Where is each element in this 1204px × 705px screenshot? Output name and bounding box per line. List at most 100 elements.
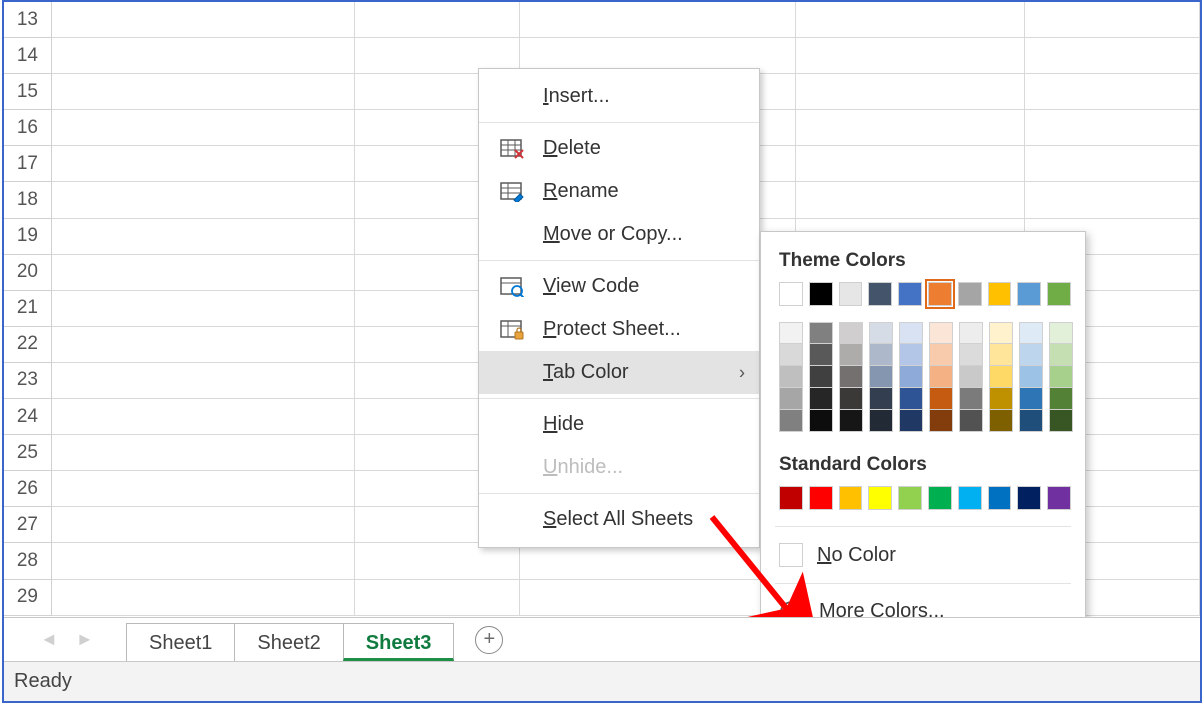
row-header[interactable]: 25 (4, 435, 52, 471)
color-swatch[interactable] (779, 344, 803, 366)
color-swatch[interactable] (899, 322, 923, 344)
row-header[interactable]: 16 (4, 110, 52, 146)
color-swatch[interactable] (809, 322, 833, 344)
row-header[interactable]: 17 (4, 146, 52, 182)
color-swatch[interactable] (988, 486, 1012, 510)
color-swatch[interactable] (1047, 282, 1071, 306)
color-swatch[interactable] (809, 344, 833, 366)
sheet-tab[interactable]: Sheet3 (343, 623, 455, 661)
cell[interactable] (52, 471, 355, 507)
color-swatch[interactable] (929, 388, 953, 410)
color-swatch[interactable] (899, 344, 923, 366)
cell[interactable] (1025, 38, 1200, 74)
ctx-move[interactable]: Move or Copy... (479, 213, 759, 256)
sheet-tab[interactable]: Sheet1 (126, 623, 235, 661)
color-swatch[interactable] (839, 282, 863, 306)
ctx-protect[interactable]: Protect Sheet... (479, 308, 759, 351)
color-swatch[interactable] (1049, 366, 1073, 388)
color-swatch[interactable] (1049, 410, 1073, 432)
color-swatch[interactable] (959, 388, 983, 410)
color-swatch[interactable] (1019, 344, 1043, 366)
color-swatch[interactable] (988, 282, 1012, 306)
cell[interactable] (1025, 74, 1200, 110)
cell[interactable] (520, 543, 796, 579)
cell[interactable] (52, 580, 355, 616)
cell[interactable] (52, 363, 355, 399)
cell[interactable] (52, 435, 355, 471)
row-header[interactable]: 14 (4, 38, 52, 74)
row-header[interactable]: 27 (4, 507, 52, 543)
ctx-rename[interactable]: Rename (479, 170, 759, 213)
cell[interactable] (796, 74, 1026, 110)
color-swatch[interactable] (869, 344, 893, 366)
color-swatch[interactable] (1049, 344, 1073, 366)
row-header[interactable]: 22 (4, 327, 52, 363)
color-swatch[interactable] (809, 282, 833, 306)
color-swatch[interactable] (1019, 322, 1043, 344)
color-swatch[interactable] (839, 366, 863, 388)
color-swatch[interactable] (779, 322, 803, 344)
cell[interactable] (52, 146, 355, 182)
color-swatch[interactable] (779, 282, 803, 306)
color-swatch[interactable] (779, 388, 803, 410)
color-swatch[interactable] (898, 486, 922, 510)
ctx-insert[interactable]: Insert... (479, 75, 759, 118)
new-sheet-button[interactable]: + (475, 626, 503, 654)
cell[interactable] (52, 110, 355, 146)
color-swatch[interactable] (989, 366, 1013, 388)
color-swatch[interactable] (989, 322, 1013, 344)
cell[interactable] (520, 2, 796, 38)
color-swatch[interactable] (809, 410, 833, 432)
color-swatch[interactable] (809, 366, 833, 388)
cell[interactable] (355, 2, 520, 38)
color-swatch[interactable] (929, 410, 953, 432)
color-swatch[interactable] (1049, 322, 1073, 344)
color-swatch[interactable] (869, 366, 893, 388)
color-swatch[interactable] (958, 486, 982, 510)
color-swatch[interactable] (779, 410, 803, 432)
color-swatch[interactable] (989, 410, 1013, 432)
row-header[interactable]: 28 (4, 543, 52, 579)
color-swatch[interactable] (1019, 410, 1043, 432)
color-swatch[interactable] (959, 344, 983, 366)
ctx-hide[interactable]: Hide (479, 403, 759, 446)
cell[interactable] (796, 182, 1026, 218)
cell[interactable] (355, 543, 520, 579)
color-swatch[interactable] (899, 388, 923, 410)
color-swatch[interactable] (898, 282, 922, 306)
color-swatch[interactable] (869, 388, 893, 410)
color-swatch[interactable] (839, 410, 863, 432)
color-swatch[interactable] (779, 486, 803, 510)
cell[interactable] (52, 219, 355, 255)
cell[interactable] (52, 543, 355, 579)
sheet-tab[interactable]: Sheet2 (234, 623, 343, 661)
color-swatch[interactable] (899, 366, 923, 388)
color-swatch[interactable] (958, 282, 982, 306)
cell[interactable] (520, 580, 796, 616)
color-swatch[interactable] (928, 282, 952, 306)
color-swatch[interactable] (1019, 366, 1043, 388)
color-swatch[interactable] (929, 366, 953, 388)
cell[interactable] (1025, 182, 1200, 218)
color-swatch[interactable] (779, 366, 803, 388)
color-swatch[interactable] (989, 344, 1013, 366)
cell[interactable] (796, 38, 1026, 74)
color-swatch[interactable] (1049, 388, 1073, 410)
cell[interactable] (52, 182, 355, 218)
color-swatch[interactable] (1017, 486, 1041, 510)
ctx-tabcolor[interactable]: Tab Color› (479, 351, 759, 394)
cell[interactable] (52, 2, 355, 38)
cell[interactable] (52, 507, 355, 543)
color-swatch[interactable] (1017, 282, 1041, 306)
color-swatch[interactable] (869, 322, 893, 344)
ctx-selectall[interactable]: Select All Sheets (479, 498, 759, 541)
cell[interactable] (52, 291, 355, 327)
row-header[interactable]: 23 (4, 363, 52, 399)
color-swatch[interactable] (929, 344, 953, 366)
row-header[interactable]: 20 (4, 255, 52, 291)
cell[interactable] (796, 110, 1026, 146)
cell[interactable] (1025, 146, 1200, 182)
color-swatch[interactable] (839, 486, 863, 510)
color-swatch[interactable] (839, 344, 863, 366)
color-swatch[interactable] (929, 322, 953, 344)
